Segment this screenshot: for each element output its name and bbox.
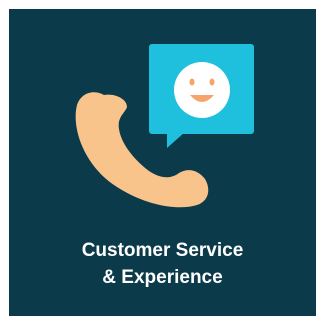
tile-title-line-2: & Experience — [102, 267, 223, 288]
tile-title-line-1: Customer Service — [81, 240, 244, 261]
tile-title: Customer Service & Experience — [9, 237, 316, 291]
smiley-face-icon — [174, 62, 230, 118]
customer-service-tile[interactable]: Customer Service & Experience — [9, 9, 316, 316]
